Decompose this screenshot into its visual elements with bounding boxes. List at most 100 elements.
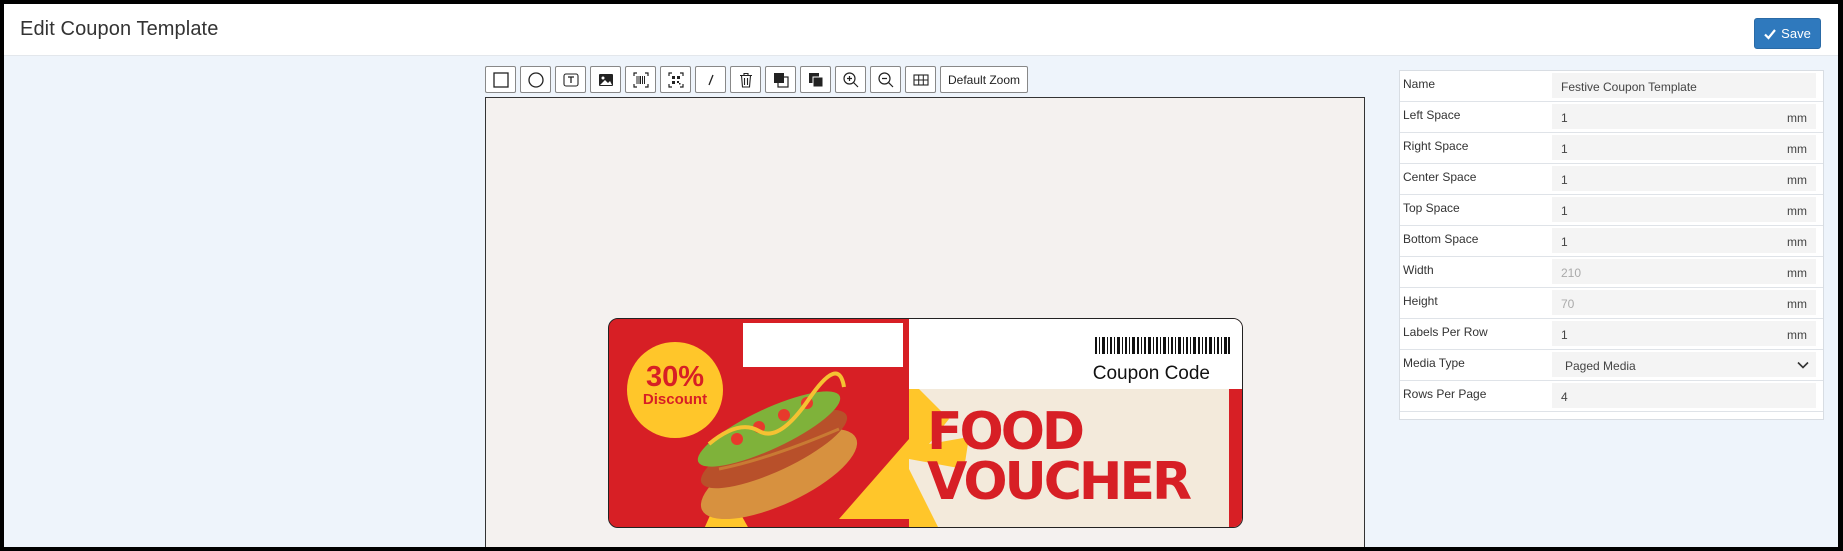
right-space-input[interactable]: 1 mm: [1552, 135, 1816, 160]
grid-icon: [912, 73, 929, 86]
zoom-in-button[interactable]: [835, 66, 866, 93]
top-space-value: 1: [1561, 204, 1568, 218]
height-value: 70: [1561, 297, 1575, 311]
unit-label: mm: [1787, 266, 1807, 280]
rows-per-page-input[interactable]: 4: [1552, 383, 1816, 408]
grid-button[interactable]: [905, 66, 936, 93]
barcode-icon: [632, 71, 649, 88]
line-tool-button[interactable]: [695, 66, 726, 93]
barcode-image: [1095, 337, 1230, 354]
delete-button[interactable]: [730, 66, 761, 93]
line-icon: [707, 74, 714, 85]
zoom-in-icon: [842, 71, 858, 87]
top-space-input[interactable]: 1 mm: [1552, 197, 1816, 222]
prop-row-media-type: Media Type Paged Media: [1400, 350, 1823, 381]
height-input: 70 mm: [1552, 290, 1816, 315]
red-stripe: [1229, 389, 1242, 527]
send-backward-icon: [808, 72, 823, 87]
trash-icon: [739, 72, 752, 88]
name-input[interactable]: Festive Coupon Template: [1552, 73, 1816, 98]
qrcode-icon: [667, 71, 684, 88]
unit-label: mm: [1787, 328, 1807, 342]
unit-label: mm: [1787, 297, 1807, 311]
circle-icon: [527, 71, 544, 88]
coupon-left-panel: 30% Discount: [609, 319, 909, 527]
coupon-preview[interactable]: 30% Discount Coupon Code FOOD VOUCHER: [608, 318, 1243, 528]
zoom-out-button[interactable]: [870, 66, 901, 93]
save-button[interactable]: Save: [1754, 18, 1821, 49]
bring-forward-icon: [773, 72, 789, 88]
page-header: Edit Coupon Template Save: [4, 4, 1838, 56]
text-icon: [562, 72, 579, 87]
prop-row-name: Name Festive Coupon Template: [1400, 71, 1823, 102]
placeholder-box[interactable]: [743, 323, 903, 367]
prop-row-width: Width 210 mm: [1400, 257, 1823, 288]
rectangle-tool-button[interactable]: [485, 66, 516, 93]
name-label: Name: [1403, 77, 1436, 91]
bottom-space-value: 1: [1561, 235, 1568, 249]
prop-row-labels-per-row: Labels Per Row 1 mm: [1400, 319, 1823, 350]
center-space-label: Center Space: [1403, 170, 1477, 184]
editor-toolbar: Default Zoom: [485, 66, 1029, 94]
bottom-space-label: Bottom Space: [1403, 232, 1479, 246]
zoom-out-icon: [877, 71, 893, 87]
unit-label: mm: [1787, 111, 1807, 125]
image-icon: [598, 73, 613, 86]
media-type-label: Media Type: [1403, 356, 1465, 370]
image-tool-button[interactable]: [590, 66, 621, 93]
width-input: 210 mm: [1552, 259, 1816, 284]
prop-row-left-space: Left Space 1 mm: [1400, 102, 1823, 133]
bottom-space-input[interactable]: 1 mm: [1552, 228, 1816, 253]
check-icon: [1764, 28, 1777, 40]
discount-percent: 30%: [645, 361, 705, 393]
left-space-label: Left Space: [1403, 108, 1461, 122]
properties-panel: Name Festive Coupon Template Left Space …: [1399, 70, 1824, 420]
labels-per-row-input[interactable]: 1 mm: [1552, 321, 1816, 346]
voucher-title-line2: VOUCHER: [927, 452, 1192, 512]
prop-row-rows-per-page: Rows Per Page 4: [1400, 381, 1823, 412]
center-space-input[interactable]: 1 mm: [1552, 166, 1816, 191]
chevron-down-icon: [1797, 361, 1809, 369]
width-value: 210: [1561, 266, 1582, 280]
send-backward-button[interactable]: [800, 66, 831, 93]
right-space-label: Right Space: [1403, 139, 1469, 153]
qrcode-tool-button[interactable]: [660, 66, 691, 93]
voucher-title-line1: FOOD: [927, 402, 1085, 462]
prop-row-bottom-space: Bottom Space 1 mm: [1400, 226, 1823, 257]
default-zoom-button[interactable]: Default Zoom: [940, 66, 1029, 93]
unit-label: mm: [1787, 204, 1807, 218]
left-space-value: 1: [1561, 111, 1568, 125]
left-space-input[interactable]: 1 mm: [1552, 104, 1816, 129]
top-space-label: Top Space: [1403, 201, 1460, 215]
width-label: Width: [1403, 263, 1434, 277]
labels-per-row-value: 1: [1561, 328, 1568, 342]
media-type-value: Paged Media: [1565, 359, 1636, 373]
center-space-value: 1: [1561, 173, 1568, 187]
unit-label: mm: [1787, 235, 1807, 249]
right-space-value: 1: [1561, 142, 1568, 156]
prop-row-center-space: Center Space 1 mm: [1400, 164, 1823, 195]
app-frame: Edit Coupon Template Save Default Zoom 3…: [4, 4, 1838, 547]
coupon-code-box[interactable]: Coupon Code: [909, 319, 1242, 389]
barcode-tool-button[interactable]: [625, 66, 656, 93]
rows-per-page-label: Rows Per Page: [1403, 387, 1487, 401]
prop-row-height: Height 70 mm: [1400, 288, 1823, 319]
save-label: Save: [1781, 26, 1811, 41]
prop-row-top-space: Top Space 1 mm: [1400, 195, 1823, 226]
labels-per-row-label: Labels Per Row: [1403, 325, 1488, 339]
bring-forward-button[interactable]: [765, 66, 796, 93]
design-canvas[interactable]: 30% Discount Coupon Code FOOD VOUCHER: [485, 97, 1365, 547]
prop-row-right-space: Right Space 1 mm: [1400, 133, 1823, 164]
page-title: Edit Coupon Template: [20, 18, 219, 40]
media-type-select[interactable]: Paged Media: [1552, 352, 1816, 377]
rectangle-icon: [492, 71, 509, 88]
height-label: Height: [1403, 294, 1438, 308]
circle-tool-button[interactable]: [520, 66, 551, 93]
unit-label: mm: [1787, 142, 1807, 156]
discount-badge[interactable]: 30% Discount: [627, 342, 723, 438]
discount-label: Discount: [642, 391, 708, 408]
coupon-code-label: Coupon Code: [1092, 363, 1210, 384]
unit-label: mm: [1787, 173, 1807, 187]
text-tool-button[interactable]: [555, 66, 586, 93]
voucher-title[interactable]: FOOD VOUCHER: [927, 402, 1192, 512]
